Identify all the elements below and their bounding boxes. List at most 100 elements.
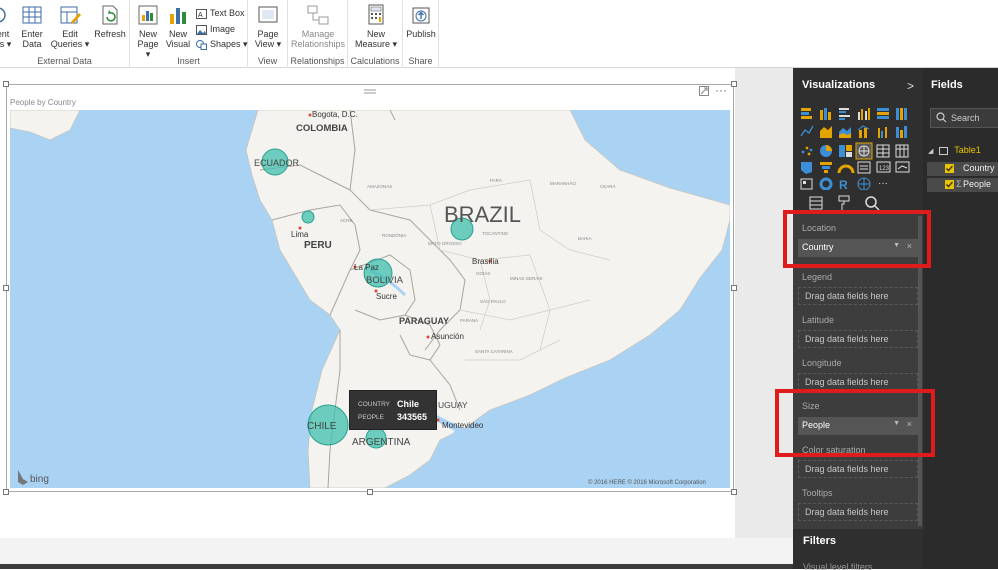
new-visual-label-2: Visual [165,39,191,49]
new-page-label-1: New [138,29,157,39]
funnel-chart-icon[interactable] [820,162,832,173]
visual-drag-grip-icon[interactable] [364,86,376,94]
ribbon-group-external-data: ent es ▾ Enter Data Edit Queries ▾ Refre… [0,0,130,68]
new-measure-label-1: New [366,29,385,39]
checkbox-checked-icon[interactable] [945,180,954,189]
ribbon-group-view: Page View ▾ View [248,0,288,68]
table-name: Table1 [954,145,981,155]
tooltip-people-value: 343565 [397,412,428,422]
enter-data-label-2: Data [22,39,42,49]
collapse-chevron-icon[interactable]: > [907,79,914,93]
text-box-button[interactable]: A Text Box [196,8,245,19]
resize-handle[interactable] [367,489,373,495]
map-label-argentina: ARGENTINA [352,437,411,448]
page-view-label-2: View ▾ [254,39,282,49]
scatter-chart-icon[interactable] [801,146,813,156]
treemap-icon[interactable] [839,145,852,157]
latitude-well-dropzone[interactable]: Drag data fields here [798,330,918,348]
shapes-label: Shapes ▾ [210,39,248,49]
resize-handle[interactable] [731,285,737,291]
enter-data-button[interactable]: Enter Data [17,4,47,49]
multi-row-card-icon[interactable] [857,161,871,174]
card-visual-icon[interactable]: 123 [876,161,891,173]
area-chart-icon[interactable] [820,126,832,138]
map-label-asuncion: Asunción [431,332,464,341]
map-visual-icon[interactable] [855,142,873,160]
resize-handle[interactable] [3,81,9,87]
resize-handle[interactable] [3,285,9,291]
fields-search-input[interactable]: Search [930,108,998,128]
map-label-amazonas: AMAZONAS [367,184,392,189]
map-label-uruguay: UGUAY [438,400,468,410]
stacked-area-chart-icon[interactable] [839,127,851,138]
new-measure-button[interactable]: New Measure ▾ [352,4,400,49]
line-clustered-column-icon[interactable] [878,127,887,138]
visual-type-gallery: 123 R ··· [799,106,917,193]
text-box-label: Text Box [210,8,245,18]
bing-map[interactable]: Bogota, D.C. COLOMBIA ECUADOR BRAZIL Lim… [10,110,730,488]
field-item-people[interactable]: Σ People [927,178,998,192]
globe-map-icon[interactable] [857,177,871,191]
pie-chart-icon[interactable] [820,145,832,157]
image-button[interactable]: Image [196,24,235,35]
enter-data-label-1: Enter [21,29,43,39]
stacked-bar-chart-icon[interactable] [801,108,812,119]
expand-triangle-icon[interactable]: ◢ [928,148,933,155]
ribbon: ent es ▾ Enter Data Edit Queries ▾ Refre… [0,0,998,68]
legend-well-label: Legend [802,272,833,282]
line-column-chart-icon[interactable] [857,125,870,138]
map-label-bahia: BAHIA [578,236,592,241]
highlight-box-size [775,389,935,457]
filled-map-icon[interactable] [801,162,812,174]
checkbox-checked-icon[interactable] [945,164,954,173]
clustered-bar-chart-icon[interactable] [839,108,850,120]
publish-button[interactable]: Publish [405,4,437,39]
page-tabs-strip [0,538,793,564]
tooltips-well-dropzone[interactable]: Drag data fields here [798,503,918,521]
bubble-peru[interactable] [301,210,315,224]
gauge-icon[interactable] [837,164,855,174]
map-label-brasilia: Brasília [472,257,499,266]
edit-queries-label-1: Edit [62,29,78,39]
100-bar-chart-icon[interactable] [877,108,889,119]
stacked-column-chart-icon[interactable] [820,108,831,120]
line-chart-icon[interactable] [800,125,814,137]
edit-queries-button[interactable]: Edit Queries ▾ [50,4,90,49]
more-options-icon[interactable]: ··· [715,83,727,97]
map-label-peru: PERU [304,240,332,251]
ribbon-group-share: Publish Share [403,0,439,68]
filters-section: Filters Visual level filters [793,529,923,570]
shapes-button[interactable]: Shapes ▾ [196,39,248,50]
refresh-button[interactable]: Refresh [94,4,126,39]
map-label-goias: GOIÁS [476,270,490,276]
page-view-button[interactable]: Page View ▾ [254,4,282,49]
r-script-visual-icon[interactable]: R [839,178,848,192]
100-column-chart-icon[interactable] [896,108,907,120]
kpi-visual-icon[interactable] [895,161,910,173]
group-label-share: Share [408,56,433,66]
table-icon [938,146,948,155]
map-label-tocantins: TOCANTINS [482,231,508,236]
field-item-country[interactable]: Country [927,162,998,176]
svg-text:123: 123 [879,166,890,172]
ribbon-chart-icon[interactable] [896,126,907,138]
resize-handle[interactable] [731,81,737,87]
visualizations-header: Visualizations [802,79,876,91]
focus-mode-icon[interactable] [699,86,709,96]
donut-chart-icon[interactable] [819,177,833,191]
group-label-calculations: Calculations [350,56,400,66]
new-page-button[interactable]: New Page ▾ [134,4,162,59]
color-saturation-well-dropzone[interactable]: Drag data fields here [798,460,918,478]
slicer-icon[interactable] [800,178,813,190]
legend-well-dropzone[interactable]: Drag data fields here [798,287,918,305]
clustered-column-chart-icon[interactable] [858,108,870,120]
resize-handle[interactable] [731,489,737,495]
table-node-table1[interactable]: ◢ Table1 [928,145,981,155]
recent-sources-button[interactable]: ent es ▾ [0,4,14,49]
map-label-sucre: Sucre [376,292,397,301]
matrix-visual-icon[interactable] [895,144,909,158]
new-visual-button[interactable]: New Visual [165,4,191,49]
resize-handle[interactable] [3,489,9,495]
table-visual-icon[interactable] [876,144,890,158]
more-visuals-icon[interactable]: ··· [878,178,888,189]
